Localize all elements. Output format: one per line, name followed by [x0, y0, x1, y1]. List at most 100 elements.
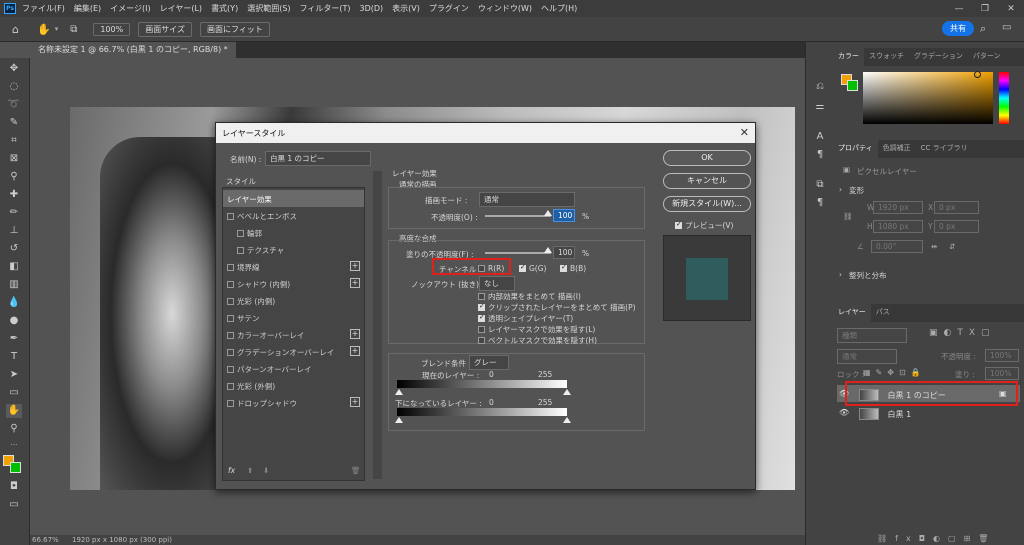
layer-opacity-input[interactable]: 100%	[985, 349, 1019, 362]
gradient-tool-icon[interactable]: ▥	[6, 278, 22, 292]
eyedropper-tool-icon[interactable]: ⚲	[6, 170, 22, 184]
texture-checkbox[interactable]	[237, 247, 244, 254]
y-input[interactable]: 0 px	[934, 220, 979, 233]
visibility-eye-icon[interactable]: 👁	[839, 408, 849, 417]
inner-shadow-checkbox[interactable]	[227, 281, 234, 288]
blend-mode-select[interactable]: 通常	[479, 192, 575, 207]
tab-cc-libraries[interactable]: CC ライブラリ	[916, 140, 973, 158]
vector-mask-hides-checkbox[interactable]	[478, 337, 485, 344]
lock-icons[interactable]: ▦✎✥⊡🔒	[863, 368, 926, 377]
add-inner-shadow-icon[interactable]: +	[350, 278, 360, 288]
tab-gradients[interactable]: グラデーション	[909, 48, 968, 66]
tab-color[interactable]: カラー	[833, 48, 864, 66]
color-picker-cursor[interactable]	[974, 71, 981, 78]
layer-row-original[interactable]: 👁 白黒 1	[837, 404, 1020, 421]
inner-glow-checkbox[interactable]	[227, 298, 234, 305]
style-item-contour[interactable]: 輪郭	[223, 224, 364, 241]
menu-3d[interactable]: 3D(D)	[360, 4, 384, 13]
style-item-texture[interactable]: テクスチャ	[223, 241, 364, 258]
move-tool-icon[interactable]: ✥	[6, 62, 22, 76]
flip-vertical-icon[interactable]: ⇵	[949, 242, 955, 251]
add-color-overlay-icon[interactable]: +	[350, 329, 360, 339]
zoom-tool-icon[interactable]: ⚲	[6, 422, 22, 436]
crop-tool-icon[interactable]: ⌗	[6, 134, 22, 148]
home-icon[interactable]: ⌂	[12, 23, 19, 36]
cancel-button[interactable]: キャンセル	[663, 173, 751, 189]
move-up-icon[interactable]: ⬆	[247, 466, 253, 475]
gradient-overlay-checkbox[interactable]	[227, 349, 234, 356]
style-item-stroke[interactable]: 境界線 +	[223, 258, 364, 275]
libraries-panel-icon[interactable]: ⧉	[812, 178, 828, 192]
layer-filter-select[interactable]: 種類	[837, 328, 907, 343]
new-style-button[interactable]: 新規スタイル(W)...	[663, 196, 751, 212]
current-layer-min-handle[interactable]	[395, 389, 403, 395]
underlying-layer-min-handle[interactable]	[395, 417, 403, 423]
add-gradient-overlay-icon[interactable]: +	[350, 346, 360, 356]
quick-mask-icon[interactable]: ◘	[6, 480, 22, 494]
ok-button[interactable]: OK	[663, 150, 751, 166]
hand-tool-icon[interactable]: ✋	[37, 23, 51, 36]
option-blend-interior[interactable]: 内部効果をまとめて 描画(I)	[478, 291, 581, 302]
lasso-tool-icon[interactable]: ➰	[6, 98, 22, 112]
channel-b-checkbox[interactable]	[560, 263, 567, 272]
color-overlay-checkbox[interactable]	[227, 332, 234, 339]
blend-clipped-checkbox[interactable]	[478, 302, 485, 311]
hue-slider[interactable]	[999, 72, 1009, 124]
style-item-inner-shadow[interactable]: シャドウ (内側) +	[223, 275, 364, 292]
menu-file[interactable]: ファイル(F)	[22, 3, 65, 14]
current-layer-max-handle[interactable]	[563, 389, 571, 395]
style-item-pattern-overlay[interactable]: パターンオーバーレイ	[223, 360, 364, 377]
satin-checkbox[interactable]	[227, 315, 234, 322]
blur-tool-icon[interactable]: 💧	[6, 296, 22, 310]
close-icon[interactable]: ✕	[740, 126, 749, 139]
fill-opacity-slider-thumb[interactable]	[544, 247, 552, 253]
document-tab[interactable]: 名称未設定 1 @ 66.7% (白黒 1 のコピー, RGB/8) *	[30, 42, 236, 58]
add-stroke-icon[interactable]: +	[350, 261, 360, 271]
preview-toggle[interactable]: プレビュー(V)	[675, 220, 733, 231]
height-input[interactable]: 1080 px	[873, 220, 923, 233]
x-input[interactable]: 0 px	[934, 201, 979, 214]
fill-screen-button[interactable]: 画面にフィット	[199, 21, 270, 37]
opacity-slider-thumb[interactable]	[544, 210, 552, 216]
style-item-outer-glow[interactable]: 光彩 (外側)	[223, 377, 364, 394]
dialog-scrollbar[interactable]	[373, 171, 382, 479]
channel-b[interactable]: B(B)	[560, 263, 586, 273]
workspace-icon[interactable]: ▭	[1002, 22, 1011, 33]
angle-input[interactable]: 0.00°	[871, 240, 923, 253]
fill-opacity-input[interactable]: 100	[553, 246, 575, 259]
tab-properties[interactable]: プロパティ	[833, 140, 878, 158]
marquee-tool-icon[interactable]: ◌	[6, 80, 22, 94]
chevron-down-icon[interactable]: ▾	[55, 25, 59, 33]
layer-blend-select[interactable]: 通常	[837, 349, 897, 364]
pen-tool-icon[interactable]: ✒	[6, 332, 22, 346]
link-icon[interactable]: ⛓	[843, 212, 853, 221]
style-name-input[interactable]: 白黒 1 のコピー	[265, 151, 371, 166]
screen-mode-icon[interactable]: ▭	[6, 498, 22, 512]
flip-horizontal-icon[interactable]: ⇹	[931, 242, 937, 251]
search-icon[interactable]: ⌕	[980, 22, 986, 36]
frame-tool-icon[interactable]: ⊠	[6, 152, 22, 166]
blend-if-select[interactable]: グレー	[469, 355, 509, 370]
delete-effect-icon[interactable]: 🗑	[351, 466, 361, 475]
menu-help[interactable]: ヘルプ(H)	[541, 3, 577, 14]
channel-g-checkbox[interactable]	[519, 263, 526, 272]
option-blend-clipped[interactable]: クリップされたレイヤーをまとめて 描画(P)	[478, 302, 636, 313]
style-item-satin[interactable]: サテン	[223, 309, 364, 326]
underlying-layer-max-handle[interactable]	[563, 417, 571, 423]
fx-icon[interactable]: fx	[228, 466, 235, 475]
option-transparency-shapes[interactable]: 透明シェイプレイヤー(T)	[478, 313, 573, 324]
menu-filter[interactable]: フィルター(T)	[300, 3, 351, 14]
menu-image[interactable]: イメージ(I)	[110, 3, 150, 14]
pattern-overlay-checkbox[interactable]	[227, 366, 234, 373]
fit-screen-button[interactable]: 画面サイズ	[138, 21, 192, 37]
chevron-down-icon[interactable]: ›	[839, 185, 842, 194]
drop-shadow-checkbox[interactable]	[227, 400, 234, 407]
tab-adjustments[interactable]: 色調補正	[878, 140, 916, 158]
bevel-checkbox[interactable]	[227, 213, 234, 220]
type-tool-icon[interactable]: T	[6, 350, 22, 364]
menu-layer[interactable]: レイヤー(L)	[160, 3, 202, 14]
stamp-tool-icon[interactable]: ⊥	[6, 224, 22, 238]
minimize-icon[interactable]: —	[946, 4, 972, 14]
menu-window[interactable]: ウィンドウ(W)	[478, 3, 532, 14]
layer-filter-icons[interactable]: ▣◐TX▢	[929, 328, 996, 338]
